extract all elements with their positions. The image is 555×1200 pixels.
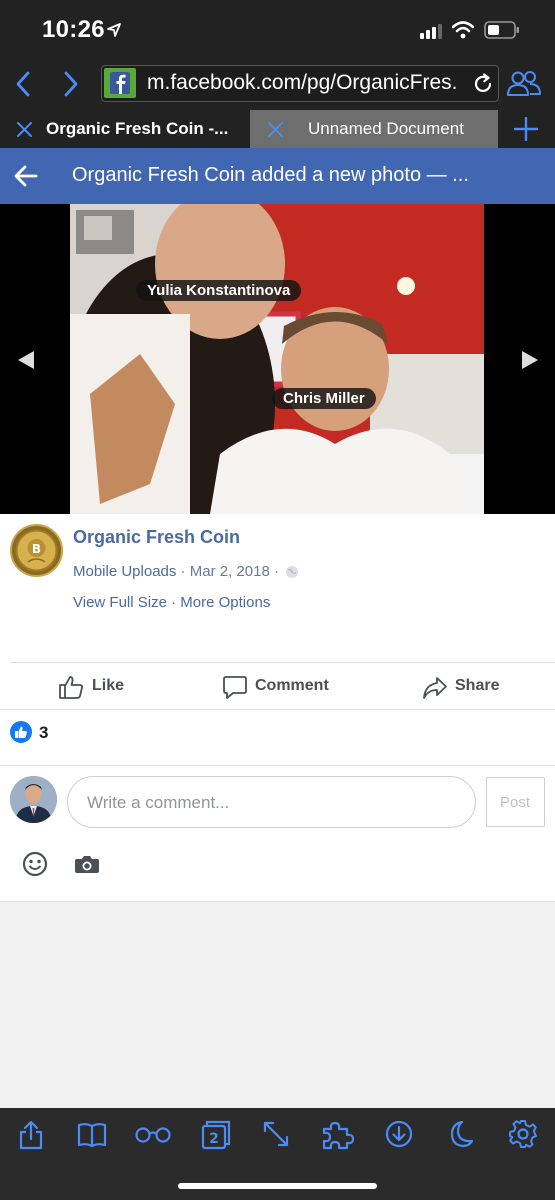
settings-gear-icon[interactable] <box>508 1119 538 1149</box>
previous-photo-icon[interactable] <box>16 350 36 370</box>
tabs-count-icon[interactable]: 2 <box>201 1120 231 1150</box>
browser-toolbar: m.facebook.com/pg/OrganicFres... <box>0 58 555 110</box>
photo-tag[interactable]: Chris Miller <box>272 388 376 409</box>
new-tab-plus-icon[interactable] <box>514 117 538 141</box>
divider <box>0 765 555 766</box>
view-full-size-link[interactable]: View Full Size <box>73 594 167 611</box>
expand-arrows-icon[interactable] <box>262 1120 290 1148</box>
close-tab-icon[interactable] <box>268 122 283 137</box>
location-arrow-icon <box>106 22 122 38</box>
night-mode-moon-icon[interactable] <box>447 1120 473 1148</box>
tab-inactive[interactable]: Unnamed Document <box>250 110 498 148</box>
comment-input[interactable]: Write a comment... <box>67 776 476 828</box>
share-sheet-icon[interactable] <box>18 1120 44 1150</box>
address-field[interactable]: m.facebook.com/pg/OrganicFres... <box>101 65 499 102</box>
back-chevron-icon[interactable] <box>14 71 32 97</box>
tab-active[interactable]: Organic Fresh Coin -... <box>0 110 248 148</box>
photo-tag[interactable]: Yulia Konstantinova <box>136 280 302 301</box>
bottom-toolbar: 2 <box>0 1108 555 1200</box>
post-meta: Mobile Uploads · Mar 2, 2018 · <box>73 563 299 580</box>
divider <box>0 901 555 902</box>
page-avatar[interactable]: B <box>10 524 63 577</box>
tab-title: Unnamed Document <box>308 119 464 138</box>
comment-bubble-icon <box>222 675 248 701</box>
share-arrow-icon <box>422 675 448 701</box>
photo-viewer: Yulia Konstantinova Chris Miller <box>0 204 555 514</box>
extensions-puzzle-icon[interactable] <box>320 1120 356 1150</box>
divider <box>10 662 555 663</box>
globe-icon <box>285 565 299 579</box>
post-date: Mar 2, 2018 <box>189 563 270 580</box>
camera-icon[interactable] <box>74 853 100 875</box>
battery-icon <box>484 21 520 39</box>
page-name-link[interactable]: Organic Fresh Coin <box>73 527 240 548</box>
like-reaction-icon <box>10 721 32 743</box>
svg-text:2: 2 <box>209 1131 219 1147</box>
clock-time: 10:26 <box>42 16 105 43</box>
divider <box>0 709 555 710</box>
comment-placeholder: Write a comment... <box>87 793 230 812</box>
reading-glasses-icon[interactable] <box>135 1126 171 1144</box>
separator: · <box>166 594 181 611</box>
like-label: Like <box>92 677 125 694</box>
page-title: Organic Fresh Coin added a new photo — .… <box>72 164 469 186</box>
facebook-favicon-icon <box>104 68 136 98</box>
post-details: B Organic Fresh Coin Mobile Uploads · Ma… <box>0 514 555 901</box>
profiles-icon[interactable] <box>506 69 542 97</box>
photo-image[interactable]: Yulia Konstantinova Chris Miller <box>70 204 484 514</box>
tab-title: Organic Fresh Coin -... <box>46 119 229 138</box>
bookmarks-book-icon[interactable] <box>77 1122 107 1148</box>
reaction-count: 3 <box>39 723 49 742</box>
share-label: Share <box>455 677 500 694</box>
status-bar: 10:26 <box>0 0 555 58</box>
next-photo-icon[interactable] <box>520 350 540 370</box>
download-icon[interactable] <box>385 1120 413 1148</box>
page-header: Organic Fresh Coin added a new photo — .… <box>0 148 555 204</box>
post-comment-button[interactable]: Post <box>486 777 545 827</box>
close-tab-icon[interactable] <box>17 122 32 137</box>
wifi-icon <box>452 21 474 39</box>
album-link[interactable]: Mobile Uploads <box>73 563 176 580</box>
comment-label: Comment <box>255 677 329 694</box>
emoji-icon[interactable] <box>22 851 48 877</box>
post-button-label: Post <box>500 794 531 811</box>
more-options-link[interactable]: More Options <box>180 594 270 611</box>
url-text: m.facebook.com/pg/OrganicFres... <box>147 71 459 94</box>
tab-strip: Organic Fresh Coin -... Unnamed Document <box>0 110 555 148</box>
separator: · <box>269 563 284 580</box>
photo-links: View Full Size · More Options <box>73 594 270 611</box>
home-indicator <box>178 1183 377 1189</box>
separator: · <box>176 563 190 580</box>
thumbs-up-icon <box>58 674 84 700</box>
back-arrow-icon[interactable] <box>14 165 38 187</box>
reload-icon[interactable] <box>472 73 494 95</box>
user-avatar <box>10 776 57 823</box>
svg-text:B: B <box>32 542 41 556</box>
forward-chevron-icon[interactable] <box>62 71 80 97</box>
cellular-signal-icon <box>420 23 444 39</box>
